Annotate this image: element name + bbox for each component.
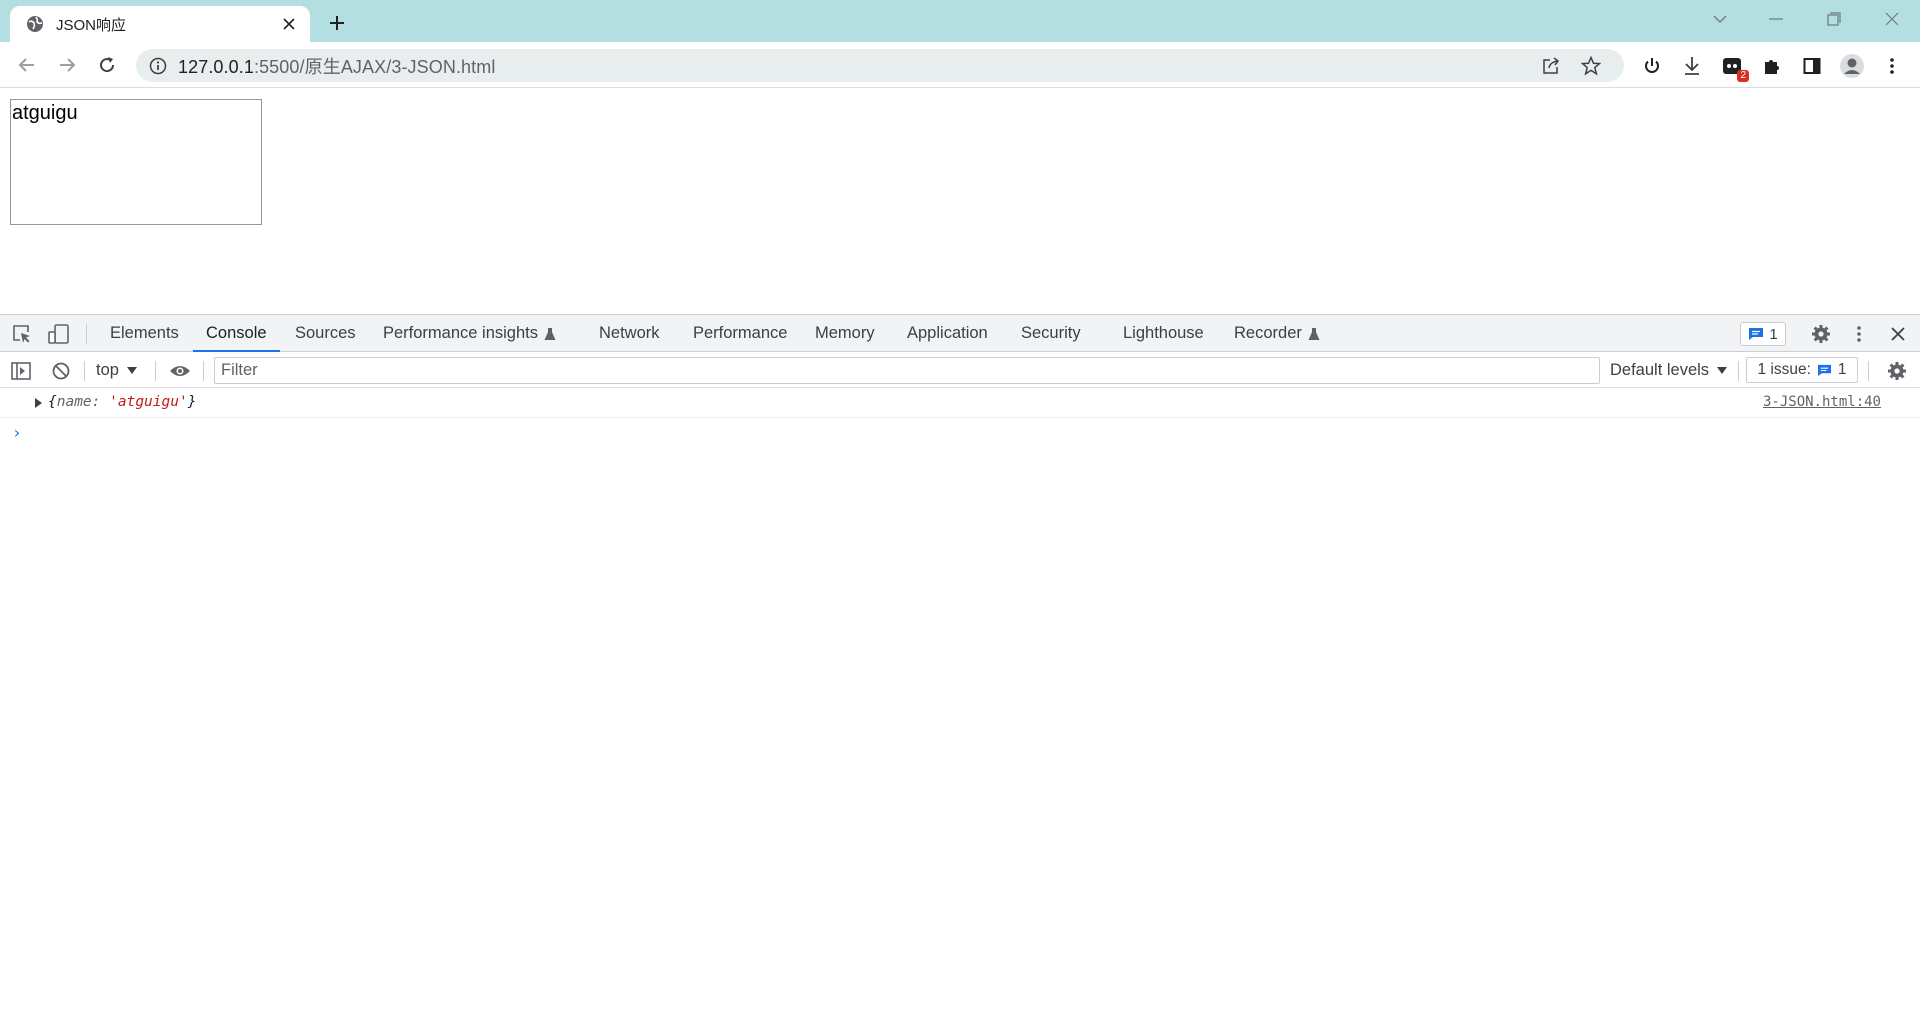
- expand-triangle-icon[interactable]: [35, 398, 42, 408]
- inspect-element-icon[interactable]: [9, 321, 35, 347]
- close-window-icon[interactable]: [1864, 0, 1920, 38]
- restore-icon[interactable]: [1806, 0, 1862, 38]
- browser-tabstrip: JSON响应: [0, 0, 1920, 42]
- logged-object[interactable]: {name: 'atguigu'}: [48, 394, 196, 410]
- tab-lighthouse[interactable]: Lighthouse: [1123, 315, 1204, 352]
- issues-count-button[interactable]: 1: [1740, 322, 1786, 346]
- browser-menu-icon[interactable]: [1877, 51, 1907, 81]
- issue-message-icon: [1749, 328, 1764, 340]
- extension-badge: 2: [1737, 70, 1749, 82]
- tab-security[interactable]: Security: [1021, 315, 1081, 352]
- profile-avatar-icon[interactable]: [1837, 51, 1867, 81]
- tab-label: Sources: [295, 324, 356, 342]
- tab-memory[interactable]: Memory: [815, 315, 875, 352]
- tab-label: Elements: [110, 324, 179, 342]
- toolbar-divider: [1868, 361, 1869, 381]
- tab-recorder[interactable]: Recorder: [1234, 315, 1320, 352]
- tab-console[interactable]: Console: [193, 315, 280, 352]
- reload-button[interactable]: [91, 49, 123, 81]
- tab-search-icon[interactable]: [1692, 0, 1748, 38]
- devtools-panel: Elements Console Sources Performance ins…: [0, 314, 1920, 1017]
- js-context-value: top: [96, 360, 119, 379]
- toolbar-divider: [1738, 361, 1739, 381]
- tab-performance[interactable]: Performance: [693, 315, 787, 352]
- dropdown-caret-icon: [126, 366, 137, 374]
- close-devtools-icon[interactable]: [1885, 321, 1911, 347]
- js-context-select[interactable]: top: [96, 358, 137, 382]
- tab-label: Security: [1021, 324, 1081, 342]
- toolbar-divider: [203, 361, 204, 381]
- console-filter-input[interactable]: [214, 357, 1600, 384]
- object-value: 'atguigu': [109, 394, 188, 410]
- more-options-icon[interactable]: [1846, 321, 1872, 347]
- tab-label: Network: [599, 324, 660, 342]
- object-close-brace: }: [187, 394, 197, 410]
- power-extension-icon[interactable]: [1637, 51, 1667, 81]
- tab-application[interactable]: Application: [907, 315, 988, 352]
- tab-sources[interactable]: Sources: [295, 315, 356, 352]
- tab-label: Performance insights: [383, 324, 538, 342]
- url-path: :5500/原生AJAX/3-JSON.html: [253, 56, 496, 77]
- tab-label: Memory: [815, 324, 875, 342]
- globe-icon: [26, 15, 44, 33]
- console-message-row: {name: 'atguigu'} 3-JSON.html:40: [0, 388, 1920, 418]
- share-icon[interactable]: [1540, 55, 1562, 77]
- forward-button[interactable]: [51, 49, 83, 81]
- page-viewport: atguigu: [0, 89, 1920, 314]
- settings-gear-icon[interactable]: [1808, 321, 1834, 347]
- experimental-flask-icon: [544, 327, 556, 341]
- object-open-brace: {: [48, 394, 57, 410]
- issue-counter-count: 1: [1837, 361, 1847, 378]
- toolbar-divider: [84, 361, 85, 381]
- url-host: 127.0.0.1: [178, 56, 254, 77]
- bookmark-star-icon[interactable]: [1580, 55, 1602, 77]
- url-text: 127.0.0.1:5500/原生AJAX/3-JSON.html: [178, 53, 495, 79]
- new-tab-button[interactable]: [322, 8, 352, 38]
- side-panel-icon[interactable]: [1797, 51, 1827, 81]
- tab-label: Application: [907, 324, 988, 342]
- console-sidebar-toggle-icon[interactable]: [8, 358, 34, 384]
- issues-count: 1: [1769, 325, 1778, 343]
- issue-counter-label: 1 issue:: [1757, 361, 1811, 378]
- console-settings-gear-icon[interactable]: [1884, 358, 1910, 384]
- devtools-tabbar: Elements Console Sources Performance ins…: [0, 315, 1920, 352]
- browser-tab[interactable]: JSON响应: [10, 6, 310, 42]
- extensions-puzzle-icon[interactable]: [1757, 51, 1787, 81]
- tab-label: Recorder: [1234, 324, 1302, 342]
- console-toolbar: top Default levels 1 issue: 1: [0, 352, 1920, 388]
- result-box: atguigu: [10, 99, 262, 225]
- device-toolbar-icon[interactable]: [46, 321, 72, 347]
- clear-console-icon[interactable]: [48, 358, 74, 384]
- object-colon: :: [91, 394, 110, 410]
- console-prompt[interactable]: ›: [12, 423, 22, 442]
- tab-title: JSON响应: [56, 16, 127, 34]
- back-button[interactable]: [11, 49, 43, 81]
- object-key: name: [56, 394, 92, 410]
- issue-message-icon: [1817, 364, 1831, 376]
- source-link[interactable]: 3-JSON.html:40: [1763, 394, 1881, 410]
- issue-counter-button[interactable]: 1 issue: 1: [1746, 357, 1858, 383]
- minimize-icon[interactable]: [1748, 0, 1804, 38]
- live-expression-eye-icon[interactable]: [167, 358, 193, 384]
- log-levels-select[interactable]: Default levels: [1610, 358, 1728, 382]
- tab-label: Console: [206, 324, 267, 342]
- tab-performance-insights[interactable]: Performance insights: [383, 315, 556, 352]
- close-tab-icon[interactable]: [278, 13, 300, 35]
- address-bar[interactable]: 127.0.0.1:5500/原生AJAX/3-JSON.html: [136, 49, 1624, 82]
- tab-network[interactable]: Network: [599, 315, 660, 352]
- tab-label: Lighthouse: [1123, 324, 1204, 342]
- download-icon[interactable]: [1677, 51, 1707, 81]
- dropdown-caret-icon: [1717, 366, 1728, 374]
- tab-label: Performance: [693, 324, 788, 342]
- browser-toolbar: 127.0.0.1:5500/原生AJAX/3-JSON.html 2: [0, 42, 1920, 88]
- log-levels-value: Default levels: [1610, 360, 1710, 379]
- site-info-icon[interactable]: [148, 56, 168, 76]
- extension-with-badge-icon[interactable]: 2: [1717, 51, 1749, 82]
- tab-elements[interactable]: Elements: [110, 315, 179, 352]
- experimental-flask-icon: [1308, 327, 1320, 341]
- toolbar-divider: [155, 361, 156, 381]
- toolbar-divider: [86, 324, 87, 344]
